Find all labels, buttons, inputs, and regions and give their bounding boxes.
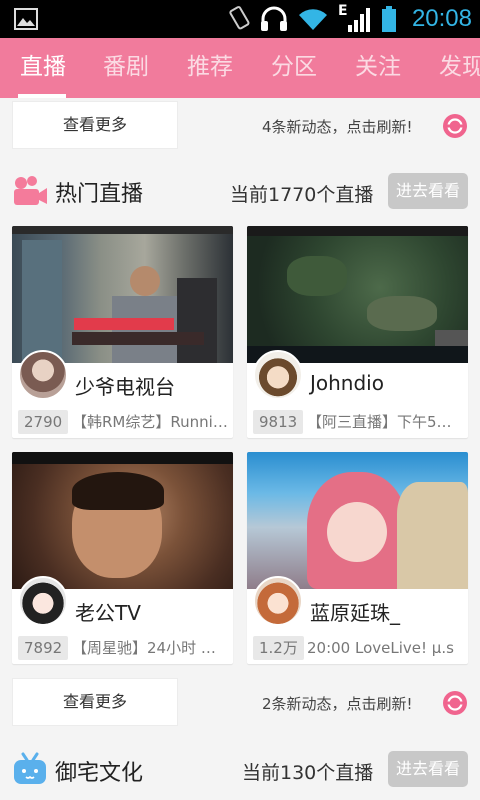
section-title-otaku: 御宅文化 [55, 761, 144, 786]
stream-thumbnail [12, 226, 233, 363]
streamer-name: 少爷电视台 [75, 375, 175, 399]
status-bar: E 20:08 [0, 0, 480, 38]
clock: 20:08 [411, 5, 472, 32]
avatar [18, 576, 68, 626]
go-see-button[interactable]: 进去看看 [388, 751, 468, 787]
stream-title: 【阿三直播】下午5点开播 [307, 413, 465, 431]
live-card[interactable]: Johndio 9813 【阿三直播】下午5点开播 [247, 226, 468, 438]
signal-icon: E [338, 3, 372, 33]
live-count: 当前130个直播 [242, 762, 374, 784]
wifi-icon [298, 9, 327, 30]
live-count: 当前1770个直播 [230, 184, 374, 206]
tab-live[interactable]: 直播 [20, 38, 66, 98]
stream-title: 【韩RM综艺】Running Man [72, 413, 230, 431]
avatar [18, 350, 68, 400]
streamer-name: 老公TV [75, 601, 141, 625]
go-see-button[interactable]: 进去看看 [388, 173, 468, 209]
section-title-hot-live: 热门直播 [55, 182, 144, 207]
tab-anime[interactable]: 番剧 [103, 38, 149, 98]
tab-partition[interactable]: 分区 [271, 38, 317, 98]
stream-thumbnail [247, 226, 468, 363]
image-icon [14, 8, 38, 30]
see-more-button-top[interactable]: 查看更多 [12, 101, 178, 149]
stream-thumbnail [12, 452, 233, 589]
refresh-icon[interactable] [442, 113, 468, 139]
category-tab-bar: 直播 番剧 推荐 分区 关注 发现 [0, 38, 480, 98]
tab-follow[interactable]: 关注 [355, 38, 401, 98]
avatar [253, 576, 303, 626]
viewer-count: 2790 [18, 410, 69, 434]
tab-discover[interactable]: 发现 [439, 38, 480, 98]
viewer-count: 7892 [18, 636, 69, 660]
camera-people-icon [14, 176, 47, 205]
refresh-icon[interactable] [442, 690, 468, 716]
live-card[interactable]: 蓝原延珠_ 1.2万 20:00 LoveLive! μ.s [247, 452, 468, 664]
headset-icon [260, 6, 287, 31]
live-card[interactable]: 老公TV 7892 【周星驰】24小时 循环 [12, 452, 233, 664]
battery-icon [381, 6, 396, 32]
tv-icon [14, 752, 46, 784]
refresh-hint[interactable]: 2条新动态，点击刷新! [262, 693, 413, 714]
refresh-hint-top[interactable]: 4条新动态，点击刷新! [262, 116, 413, 137]
viewer-count: 9813 [253, 410, 304, 434]
viewer-count: 1.2万 [253, 636, 304, 660]
stream-thumbnail [247, 452, 468, 589]
streamer-name: 蓝原延珠_ [310, 601, 400, 625]
stream-title: 【周星驰】24小时 循环 [72, 639, 230, 657]
tab-recommend[interactable]: 推荐 [187, 38, 233, 98]
active-tab-indicator [18, 94, 66, 98]
vibrate-icon [229, 6, 250, 30]
streamer-name: Johndio [310, 371, 384, 395]
live-card[interactable]: 少爷电视台 2790 【韩RM综艺】Running Man [12, 226, 233, 438]
stream-title: 20:00 LoveLive! μ.s [307, 639, 454, 657]
see-more-button[interactable]: 查看更多 [12, 678, 178, 726]
avatar [253, 350, 303, 400]
